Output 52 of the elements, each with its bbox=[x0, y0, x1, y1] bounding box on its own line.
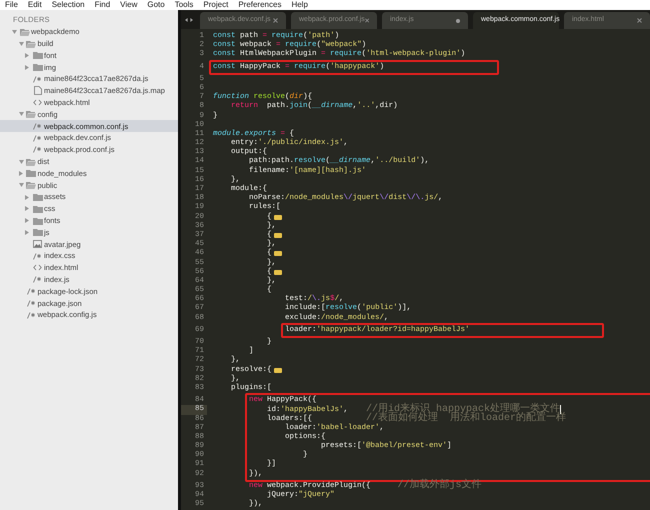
disclosure-triangle-icon bbox=[25, 230, 29, 235]
code-file-icon bbox=[33, 276, 42, 284]
code-file-icon bbox=[33, 122, 42, 130]
open-folder-icon bbox=[26, 40, 36, 48]
document-icon bbox=[34, 86, 42, 96]
disclosure-triangle-icon bbox=[18, 42, 24, 46]
close-icon bbox=[364, 18, 369, 23]
fold-marker-icon[interactable] bbox=[274, 214, 282, 220]
menu-item[interactable]: Project bbox=[202, 1, 230, 9]
code-file-icon bbox=[33, 76, 42, 83]
menu-item[interactable]: Help bbox=[290, 1, 309, 9]
disclosure-triangle-icon bbox=[25, 194, 29, 200]
angle-brackets-icon bbox=[33, 264, 42, 272]
code-file-icon bbox=[33, 134, 42, 142]
disclosure-triangle-icon bbox=[18, 170, 22, 176]
code-file-icon bbox=[26, 312, 36, 319]
menu-item[interactable]: Tools bbox=[174, 1, 194, 9]
code-file-icon bbox=[33, 252, 42, 260]
fold-marker-icon[interactable] bbox=[274, 233, 282, 238]
folder-icon bbox=[26, 169, 36, 178]
image-file-icon bbox=[33, 240, 42, 248]
menu-item[interactable]: Goto bbox=[146, 1, 166, 9]
close-icon bbox=[637, 18, 642, 23]
disclosure-triangle-icon bbox=[18, 183, 24, 188]
navigation-arrows-icon[interactable] bbox=[185, 17, 193, 23]
open-folder-icon bbox=[26, 158, 36, 166]
disclosure-triangle-icon bbox=[25, 206, 29, 212]
disclosure-triangle-icon bbox=[25, 52, 29, 58]
fold-marker-icon[interactable] bbox=[274, 368, 282, 373]
menu-item[interactable]: Find bbox=[94, 1, 112, 9]
menu-item[interactable]: Edit bbox=[26, 1, 43, 9]
disclosure-triangle-icon bbox=[25, 218, 29, 224]
code-file-icon bbox=[26, 300, 36, 307]
close-icon bbox=[273, 18, 278, 23]
menu-item[interactable]: Preferences bbox=[237, 1, 282, 9]
disclosure-triangle-icon bbox=[12, 30, 17, 34]
angle-brackets-icon bbox=[33, 99, 42, 106]
disclosure-triangle-icon bbox=[18, 112, 24, 116]
text-cursor bbox=[560, 405, 562, 414]
menu-item[interactable]: File bbox=[4, 1, 19, 9]
code-file-icon bbox=[26, 288, 36, 295]
disclosure-triangle-icon bbox=[18, 160, 24, 164]
open-folder-icon bbox=[20, 28, 30, 36]
menu-item[interactable]: Selection bbox=[50, 1, 86, 9]
unsaved-dot-icon bbox=[456, 18, 460, 22]
open-folder-icon bbox=[26, 181, 36, 190]
fold-marker-icon[interactable] bbox=[274, 270, 282, 275]
disclosure-triangle-icon bbox=[25, 64, 29, 70]
code-file-icon bbox=[33, 146, 42, 154]
open-folder-icon bbox=[26, 110, 36, 118]
fold-marker-icon[interactable] bbox=[274, 251, 282, 256]
menu-item[interactable]: View bbox=[119, 1, 138, 9]
